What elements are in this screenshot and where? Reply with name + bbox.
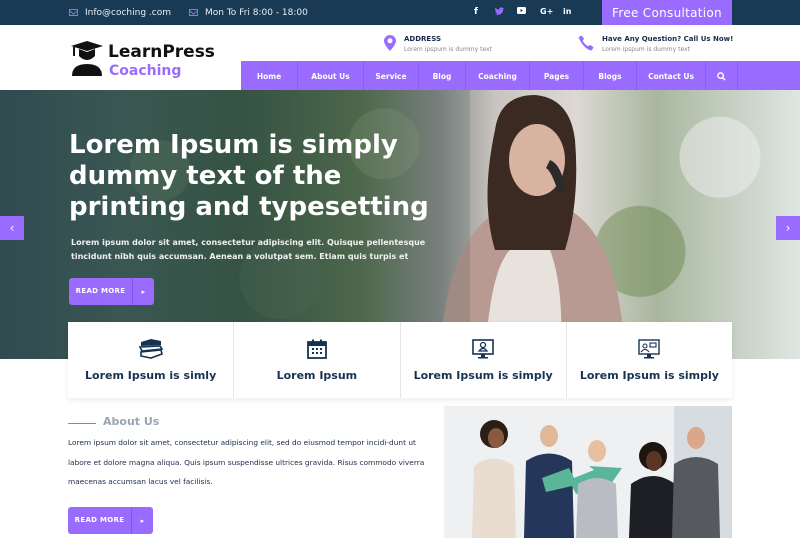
team-photo	[444, 406, 732, 538]
address-title: ADDRESS	[404, 35, 441, 43]
books-icon	[138, 339, 164, 359]
hero-slider: Lorem Ipsum is simply dummy text of the …	[0, 90, 800, 359]
video-conference-icon	[638, 339, 661, 359]
logo-title: LearnPress	[108, 42, 215, 62]
hero-read-more-button[interactable]: READ MORE ▸	[69, 278, 154, 305]
mail-icon	[189, 9, 198, 16]
nav-home[interactable]: Home	[241, 62, 298, 90]
read-more-label: READ MORE	[68, 507, 132, 534]
feature-card[interactable]: Lorem Ipsum is simly	[68, 322, 235, 398]
feature-card[interactable]: Lorem Ipsum	[234, 322, 401, 398]
phone-title: Have Any Question? Call Us Now!	[602, 35, 734, 43]
youtube-icon[interactable]	[517, 7, 526, 17]
hours-text: Mon To Fri 8:00 - 18:00	[205, 7, 308, 18]
chevron-right-icon: ›	[785, 221, 791, 235]
feature-label: Lorem Ipsum is simply	[579, 369, 719, 382]
feature-card[interactable]: Lorem Ipsum is simply	[567, 322, 732, 398]
feature-cards: Lorem Ipsum is simly Lorem Ipsum Lorem I…	[68, 322, 732, 398]
mail-icon	[69, 9, 78, 16]
team-image	[444, 406, 732, 538]
about-text: Lorem ipsum dolor sit amet, consectetur …	[68, 438, 425, 486]
graduate-cap-icon	[71, 41, 103, 76]
calendar-icon	[306, 339, 327, 359]
main-nav: Home About Us Service Blog Coaching Page…	[241, 62, 800, 90]
nav-contact-us[interactable]: Contact Us	[637, 62, 706, 90]
feature-label: Lorem Ipsum is simply	[413, 369, 553, 382]
nav-search-button[interactable]	[706, 62, 738, 90]
address-info: ADDRESS Lorem ipspum is dummy text	[384, 35, 492, 53]
slider-next-button[interactable]: ›	[776, 216, 800, 240]
top-bar: Info@coching .com Mon To Fri 8:00 - 18:0…	[0, 0, 800, 25]
free-consultation-button[interactable]: Free Consultation	[602, 0, 732, 25]
nav-blogs[interactable]: Blogs	[584, 62, 637, 90]
hours-info: Mon To Fri 8:00 - 18:00	[189, 0, 308, 25]
play-arrow-icon: ▸	[141, 287, 146, 296]
feature-label: Lorem Ipsum is simly	[85, 369, 217, 382]
google-plus-icon[interactable]: G+	[540, 7, 553, 16]
about-read-more-button[interactable]: READ MORE ▸	[68, 507, 153, 534]
about-heading-line	[68, 423, 96, 424]
nav-about-us[interactable]: About Us	[298, 62, 364, 90]
hero-text: Lorem ipsum dolor sit amet, consectetur …	[71, 238, 426, 261]
nav-pages[interactable]: Pages	[530, 62, 584, 90]
logo-subtitle: Coaching	[109, 63, 182, 79]
nav-blog[interactable]: Blog	[419, 62, 466, 90]
email-text: Info@coching .com	[85, 7, 172, 18]
map-pin-icon	[384, 35, 396, 51]
about-heading: About Us	[103, 415, 160, 428]
search-icon	[717, 71, 726, 81]
address-text: Lorem ipspum is dummy text	[404, 46, 492, 53]
feature-card[interactable]: Lorem Ipsum is simply	[401, 322, 567, 398]
phone-text: Lorem ipspum is dummy text	[602, 46, 690, 53]
chevron-left-icon: ‹	[9, 221, 15, 235]
linkedin-icon[interactable]: in	[563, 7, 571, 16]
feature-label: Lorem Ipsum	[276, 369, 358, 382]
hero-heading: Lorem Ipsum is simply dummy text of the …	[69, 130, 429, 222]
nav-coaching[interactable]: Coaching	[466, 62, 530, 90]
read-more-label: READ MORE	[69, 278, 133, 305]
phone-info: Have Any Question? Call Us Now! Lorem ip…	[578, 35, 733, 53]
play-arrow-icon: ▸	[140, 516, 145, 525]
email-info[interactable]: Info@coching .com	[69, 0, 171, 25]
monitor-user-icon	[472, 339, 494, 359]
twitter-icon[interactable]	[495, 7, 504, 17]
slider-prev-button[interactable]: ‹	[0, 216, 24, 240]
phone-icon[interactable]	[578, 35, 594, 51]
nav-service[interactable]: Service	[364, 62, 419, 90]
facebook-icon[interactable]: f	[474, 7, 478, 17]
